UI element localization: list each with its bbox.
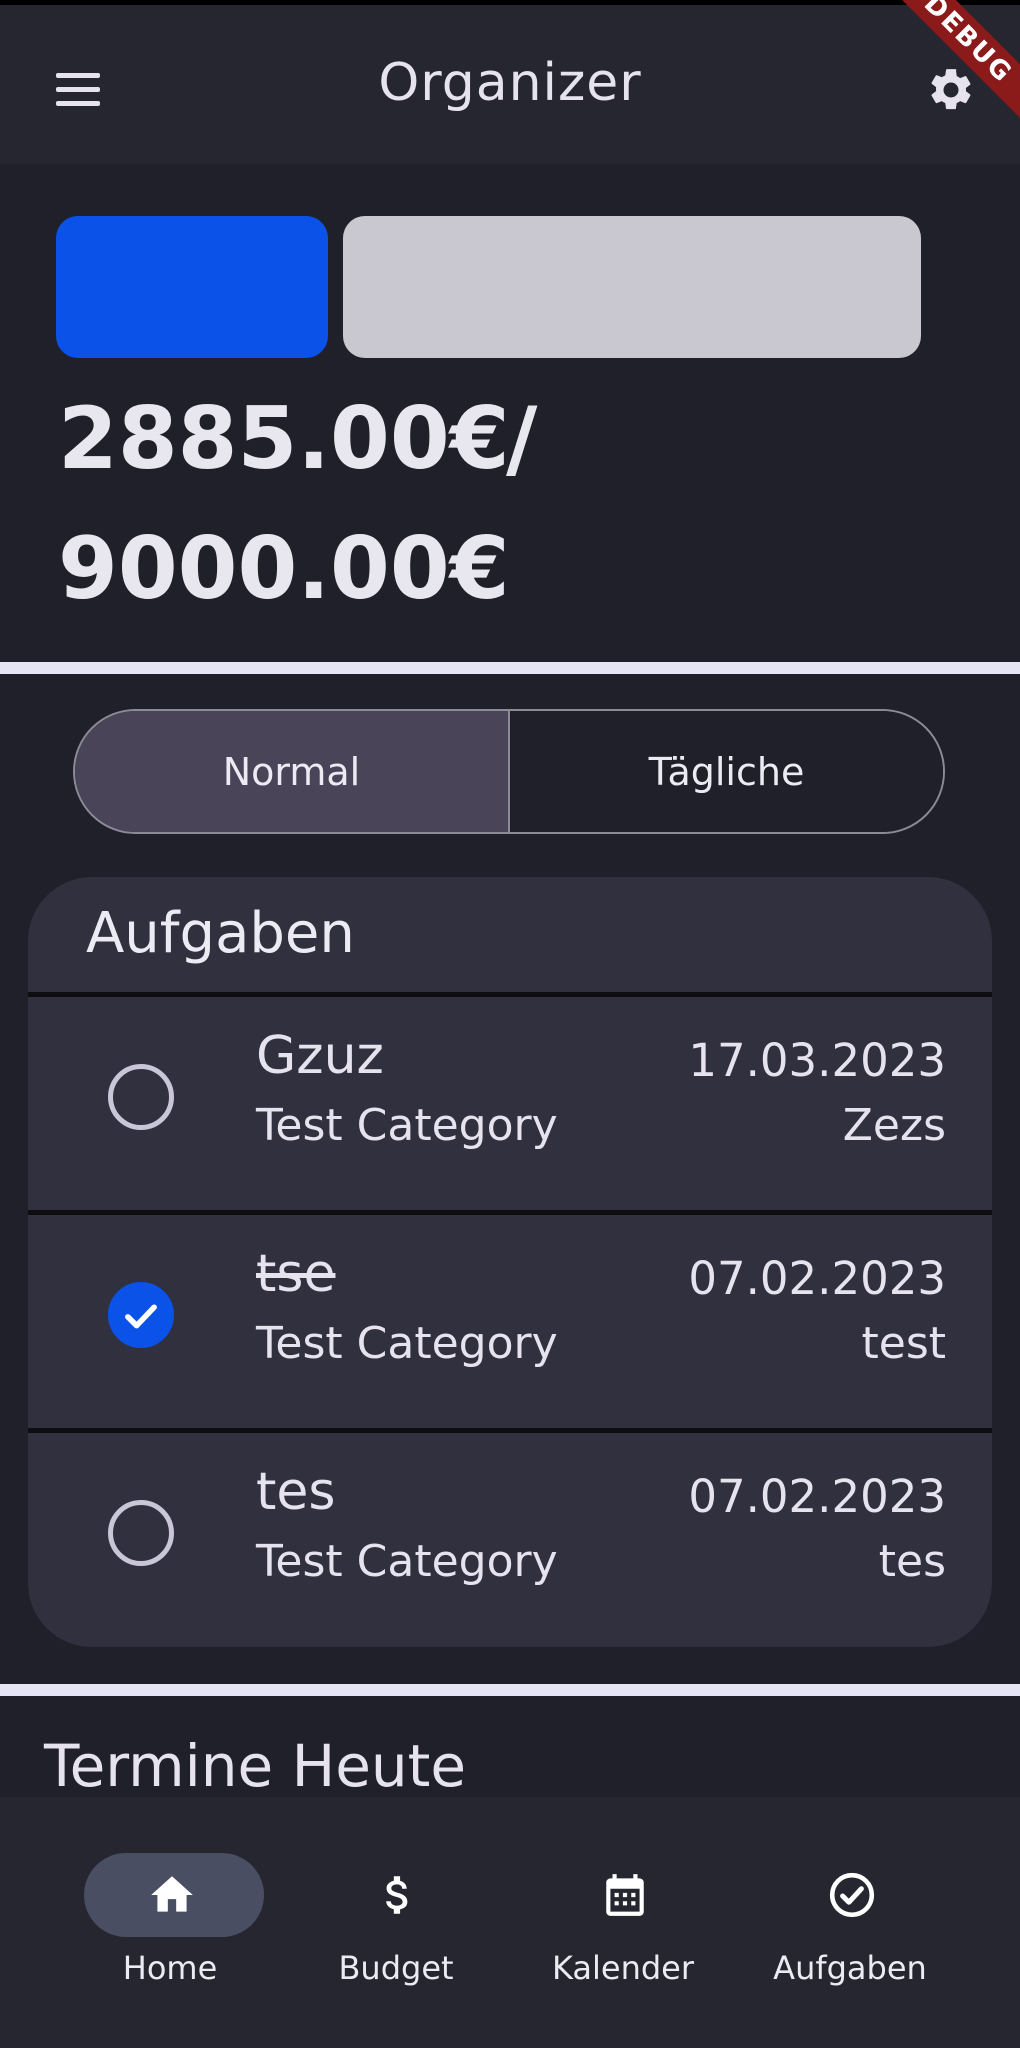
nav-item-aufgaben[interactable]: Aufgaben	[735, 1797, 965, 2048]
segment-normal[interactable]: Normal	[75, 711, 510, 832]
nav-item-budget[interactable]: Budget	[281, 1797, 511, 2048]
task-checkbox-checked[interactable]	[108, 1282, 174, 1348]
section-divider	[0, 662, 1020, 674]
budget-summary: 2885.00€ / 9000.00€	[0, 164, 1020, 660]
task-category: Test Category	[256, 1536, 558, 1587]
task-note: test	[861, 1318, 947, 1369]
task-name: tes	[256, 1462, 336, 1522]
budget-total-amount: 9000.00€	[58, 519, 510, 619]
check-circle-icon	[827, 1870, 877, 1920]
budget-spent-bar	[56, 216, 328, 358]
nav-item-home[interactable]: Home	[55, 1797, 285, 2048]
app-bar: Organizer	[0, 5, 1020, 164]
task-note: Zezs	[842, 1100, 946, 1151]
task-row[interactable]: Gzuz Test Category 17.03.2023 Zezs	[28, 992, 992, 1202]
task-category: Test Category	[256, 1100, 558, 1151]
task-name: Gzuz	[256, 1026, 384, 1086]
task-checkbox[interactable]	[108, 1064, 174, 1130]
segment-daily[interactable]: Tägliche	[510, 711, 943, 832]
task-checkbox[interactable]	[108, 1500, 174, 1566]
task-note: tes	[878, 1536, 946, 1587]
task-date: 17.03.2023	[688, 1034, 946, 1087]
app-title: Organizer	[378, 53, 642, 113]
task-row[interactable]: tes Test Category 07.02.2023 tes	[28, 1428, 992, 1638]
budget-remaining-bar	[343, 216, 921, 358]
task-type-toggle: Normal Tägliche	[73, 709, 945, 834]
tasks-card: Aufgaben Gzuz Test Category 17.03.2023 Z…	[28, 877, 992, 1647]
task-category: Test Category	[256, 1318, 558, 1369]
nav-label: Budget	[338, 1949, 454, 1987]
bottom-navigation: Home Budget Kalender Aufgaben	[0, 1797, 1020, 2048]
check-icon	[125, 1304, 157, 1329]
nav-label: Home	[122, 1949, 218, 1987]
dollar-icon	[373, 1870, 423, 1920]
nav-label: Kalender	[551, 1949, 695, 1987]
section-divider	[0, 1684, 1020, 1696]
row-divider	[28, 1428, 992, 1433]
home-icon	[147, 1870, 197, 1920]
nav-item-kalender[interactable]: Kalender	[508, 1797, 738, 2048]
task-date: 07.02.2023	[688, 1252, 946, 1305]
calendar-icon	[600, 1870, 650, 1920]
budget-separator: /	[506, 389, 538, 489]
task-row[interactable]: tse Test Category 07.02.2023 test	[28, 1210, 992, 1420]
nav-label: Aufgaben	[773, 1949, 927, 1987]
task-date: 07.02.2023	[688, 1470, 946, 1523]
task-name: tse	[256, 1244, 336, 1304]
today-appointments-title: Termine Heute	[44, 1732, 467, 1800]
settings-gear-icon[interactable]	[926, 65, 976, 115]
tasks-title: Aufgaben	[86, 901, 355, 966]
row-divider	[28, 1210, 992, 1215]
budget-spent-amount: 2885.00€	[58, 389, 510, 489]
row-divider	[28, 992, 992, 997]
